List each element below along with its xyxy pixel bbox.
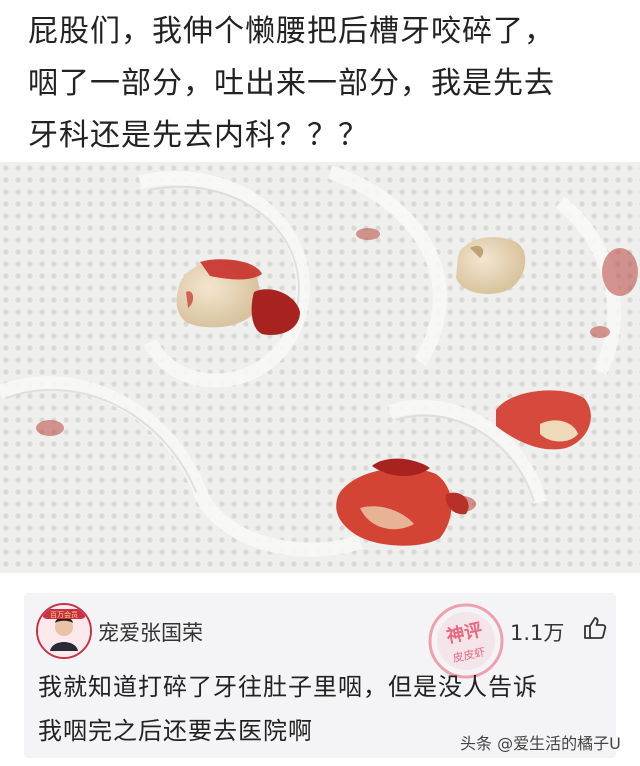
post-photo[interactable] (0, 162, 640, 573)
source-watermark: 头条 @爱生活的橘子U (460, 734, 621, 753)
avatar[interactable]: 百万会员 (36, 603, 92, 659)
username[interactable]: 宠爱张国荣 (98, 617, 203, 647)
comment-text-line: 我就知道打碎了牙往肚子里咽，但是没人告诉 (38, 673, 538, 701)
post-text-line: 牙科还是先去内科？？？ (28, 118, 369, 153)
thumbs-up-icon[interactable] (582, 615, 608, 641)
post-text-line: 屁股们，我伸个懒腰把后槽牙咬碎了， (28, 14, 555, 49)
avatar-badge: 百万会员 (50, 610, 78, 619)
like-count: 1.1万 (510, 621, 565, 645)
avatar-image: 百万会员 (38, 605, 90, 657)
post-text-line: 咽了一部分，吐出来一部分，我是先去 (28, 66, 555, 101)
tooth-fragments-photo (0, 162, 640, 573)
post-text: 屁股们，我伸个懒腰把后槽牙咬碎了， 咽了一部分，吐出来一部分，我是先去 牙科还是… (28, 6, 628, 162)
